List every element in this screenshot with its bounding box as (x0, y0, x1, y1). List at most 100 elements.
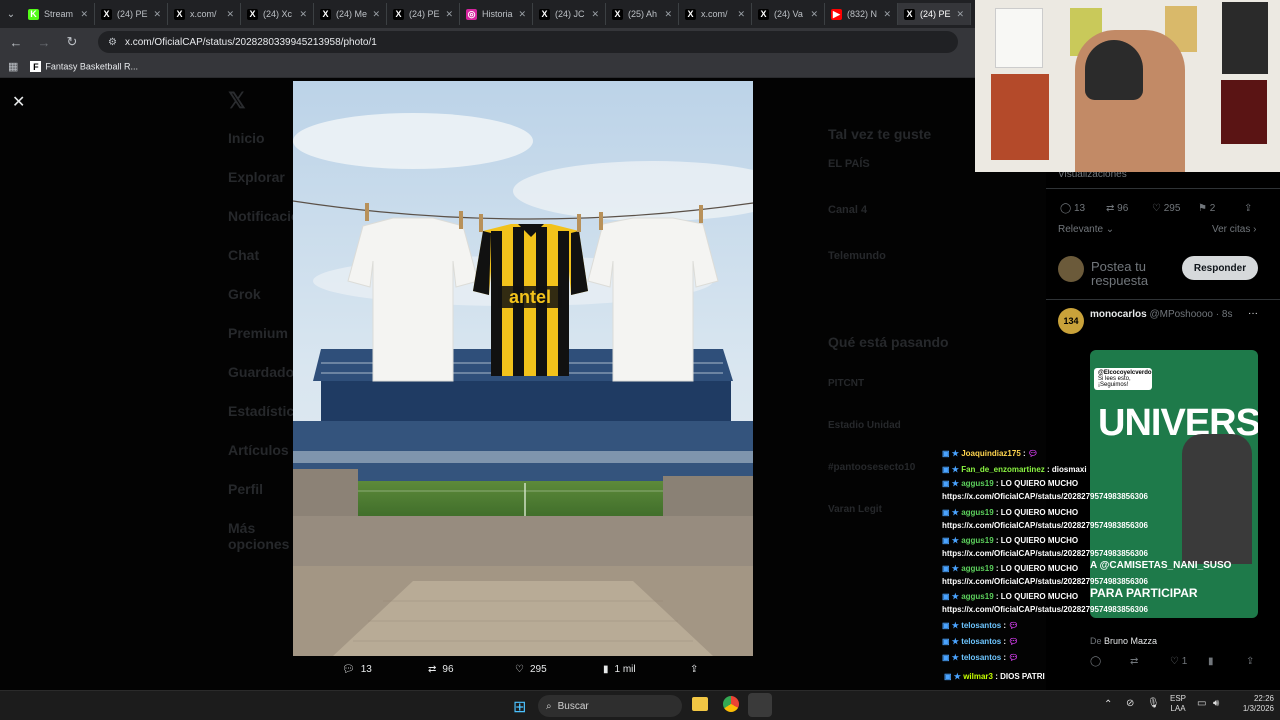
chat-badge-icon: ▣ ★ (942, 653, 962, 662)
volume-icon[interactable]: 🔊︎ (1213, 698, 1219, 709)
tab-close-icon[interactable]: ✕ (80, 9, 88, 20)
close-modal-icon[interactable]: ✕ (12, 92, 25, 112)
reply-share-icon[interactable]: ⇪ (1246, 656, 1254, 667)
tab-favicon-icon: X (393, 8, 404, 20)
chat-username: Fan_de_enzomartinez (961, 465, 1045, 474)
rail-text: Telemundo (828, 250, 886, 262)
reload-icon[interactable]: ↻ (64, 34, 80, 50)
chat-badge-icon: ▣ ★ (942, 479, 962, 488)
mic-icon[interactable]: 🎙︎ (1147, 698, 1160, 709)
tab-label: x.com/ (190, 9, 217, 19)
tab-close-icon[interactable]: ✕ (810, 9, 818, 20)
tab-close-icon[interactable]: ✕ (226, 9, 234, 20)
poster-goodfellas (1222, 2, 1268, 74)
browser-tab[interactable]: X (24) PE ✕ (387, 3, 460, 25)
sidebar-background: Inicio Explorar Notificaciones Chat Grok Prem… (228, 130, 324, 552)
tab-close-icon[interactable]: ✕ (153, 9, 161, 20)
browser-tab[interactable]: ▶ (832) N ✕ (825, 3, 898, 25)
repost-action[interactable]: ⇄ 96 (428, 664, 454, 675)
apps-grid-icon[interactable]: ▦ (8, 60, 18, 73)
taskbar-search[interactable]: ⌕ Buscar (538, 695, 682, 717)
reply-views-icon[interactable]: ▮ (1208, 656, 1214, 667)
reply-author-name[interactable]: monocarlos (1090, 309, 1147, 320)
sort-dropdown[interactable]: Relevante ⌄ (1058, 224, 1114, 235)
tab-favicon-icon: ▶ (831, 8, 842, 20)
tray-chevron-icon[interactable]: ⌃ (1104, 699, 1112, 710)
more-options-icon[interactable]: ··· (1248, 308, 1258, 319)
chat-badge-icon: ▣ ★ (942, 508, 962, 517)
chat-badge-icon: ▣ ★ (942, 564, 962, 573)
share-action[interactable]: ⇪ (690, 664, 698, 675)
tab-close-icon[interactable]: ✕ (518, 9, 526, 20)
site-info-icon[interactable]: ⚙ (108, 37, 117, 48)
fantasy-logo-icon: F (30, 61, 42, 72)
back-icon[interactable]: ← (8, 35, 24, 50)
file-explorer-icon[interactable] (692, 697, 708, 711)
chat-badge-icon: ▣ ★ (942, 449, 962, 458)
browser-tab[interactable]: X (25) Ah ✕ (606, 3, 679, 25)
chat-text: https://x.com/OficialCAP/status/20282795… (942, 492, 1148, 501)
browser-tab[interactable]: X (24) JC ✕ (533, 3, 606, 25)
tab-favicon-icon: X (904, 8, 915, 20)
quotes-link[interactable]: Ver citas › (1212, 224, 1256, 235)
reply-button[interactable]: Responder (1182, 256, 1258, 280)
from-name[interactable]: Bruno Mazza (1104, 636, 1157, 646)
tab-close-icon[interactable]: ✕ (299, 9, 307, 20)
chat-text: LO QUIERO MUCHO (1000, 564, 1079, 573)
browser-tab[interactable]: ◎ Historia ✕ (460, 3, 533, 25)
tab-close-icon[interactable]: ✕ (956, 9, 964, 20)
tab-close-icon[interactable]: ✕ (372, 9, 380, 20)
tab-close-icon[interactable]: ✕ (664, 9, 672, 20)
chrome-icon[interactable] (723, 696, 739, 712)
rail-text: Qué está pasando (828, 334, 949, 350)
avatar[interactable]: 134 (1058, 308, 1084, 334)
reply-like-action[interactable]: ♡ 1 (1170, 656, 1187, 667)
tab-close-icon[interactable]: ✕ (883, 9, 891, 20)
windows-start-icon[interactable]: ⊞ (513, 697, 526, 717)
forward-icon[interactable]: → (36, 35, 52, 50)
browser-tab[interactable]: X (24) Va ✕ (752, 3, 825, 25)
language-indicator[interactable]: ESP LAA (1170, 694, 1186, 714)
tweet-like-stat[interactable]: ♡ 295 (1152, 203, 1180, 214)
tab-close-icon[interactable]: ✕ (591, 9, 599, 20)
browser-tab[interactable]: X (24) Me ✕ (314, 3, 387, 25)
bookmark-icon: ⚑ (1198, 203, 1210, 214)
reply-compose-input[interactable]: Postea tu respuesta (1091, 260, 1171, 288)
tab-close-icon[interactable]: ✕ (737, 9, 745, 20)
heart-icon: ♡ (1170, 656, 1182, 667)
repost-icon: ⇄ (428, 664, 437, 675)
jersey-sponsor: antel (509, 287, 551, 307)
tweet-reply-stat[interactable]: ◯ 13 (1060, 203, 1085, 214)
tab-search-dropdown-icon[interactable]: ⌄ (0, 3, 22, 25)
browser-tab[interactable]: Xx.com/ ✕ (679, 3, 752, 25)
browser-tab[interactable]: X (24) Xc ✕ (241, 3, 314, 25)
tab-favicon-icon: ◎ (466, 8, 477, 20)
clock-time: 22:26 (1253, 694, 1274, 703)
tweet-bookmark-stat[interactable]: ⚑ 2 (1198, 203, 1215, 214)
rail-text: Tal vez te guste (828, 126, 932, 142)
browser-tab[interactable]: Xx.com/ ✕ (168, 3, 241, 25)
browser-tab[interactable]: K Stream ✕ (22, 3, 95, 25)
tweet-repost-stat[interactable]: ⇄ 96 (1106, 203, 1128, 214)
tweet-photo[interactable]: antel (293, 81, 753, 656)
stream-chat-overlay: ▣ ★ Joaquindiaz175 : 💬︎ ▣ ★ Fan_de_enzoma… (940, 435, 1148, 685)
address-bar[interactable]: ⚙ x.com/OficialCAP/status/20282803399452… (98, 31, 958, 53)
chat-badge-icon: ▣ ★ (942, 465, 962, 474)
chat-username: telosantos (961, 653, 1002, 662)
browser-tab[interactable]: X (24) PE ✕ (898, 3, 971, 25)
browser-tab[interactable]: X (24) PE ✕ (95, 3, 168, 25)
active-app-icon[interactable] (748, 693, 772, 717)
reply-action[interactable]: 💬︎ 13 (342, 664, 372, 675)
clock[interactable]: 22:26 1/3/2026 (1230, 694, 1274, 714)
views-action[interactable]: ▮ 1 mil (603, 664, 636, 675)
bookmark-item[interactable]: F Fantasy Basketball R... (30, 61, 138, 72)
repost-count: 96 (442, 664, 454, 675)
display-icon[interactable]: ▭ (1197, 698, 1206, 709)
reply-repost-icon[interactable]: ⇄ (1130, 656, 1138, 667)
tweet-share-icon[interactable]: ⇪ (1244, 203, 1252, 214)
network-icon[interactable]: ⊘ (1126, 698, 1134, 709)
tab-close-icon[interactable]: ✕ (445, 9, 453, 20)
like-action[interactable]: ♡ 295 (515, 664, 547, 675)
chat-username: aggus19 (961, 508, 994, 517)
bookmark-label: Fantasy Basketball R... (45, 61, 138, 72)
